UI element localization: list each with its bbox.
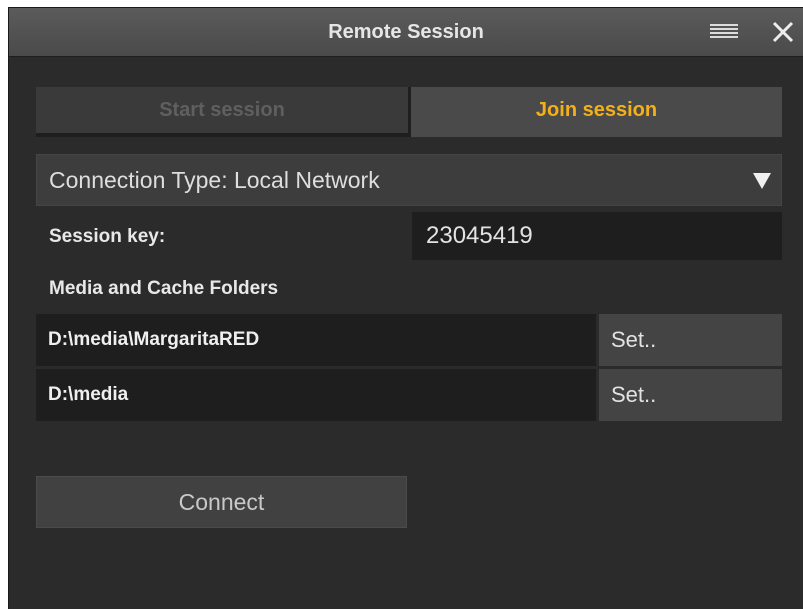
close-icon[interactable] [769,18,797,46]
tab-start-session[interactable]: Start session [36,87,408,137]
media-cache-folders-heading: Media and Cache Folders [49,278,279,299]
connect-button[interactable]: Connect [36,476,407,528]
titlebar: Remote Session [9,8,803,57]
session-tabs: Start session Join session [36,87,782,137]
set-cache-folder-button[interactable]: Set.. [599,369,782,421]
folder-row: D:\media Set.. [36,369,782,421]
folder-row: D:\media\MargaritaRED Set.. [36,314,782,366]
cache-folder-path[interactable]: D:\media [36,369,596,421]
tab-join-session[interactable]: Join session [411,87,782,137]
triangle-down-icon [753,173,771,189]
set-media-folder-button[interactable]: Set.. [599,314,782,366]
session-key-label: Session key: [49,226,166,247]
menu-icon[interactable] [710,24,738,40]
connection-type-select[interactable]: Connection Type: Local Network [36,154,782,206]
remote-session-window: Remote Session Start session Join sessio… [9,8,803,609]
media-folder-path[interactable]: D:\media\MargaritaRED [36,314,596,366]
session-key-input[interactable]: 23045419 [412,212,782,260]
connection-type-label: Connection Type: Local Network [49,167,380,193]
window-title: Remote Session [328,21,484,43]
